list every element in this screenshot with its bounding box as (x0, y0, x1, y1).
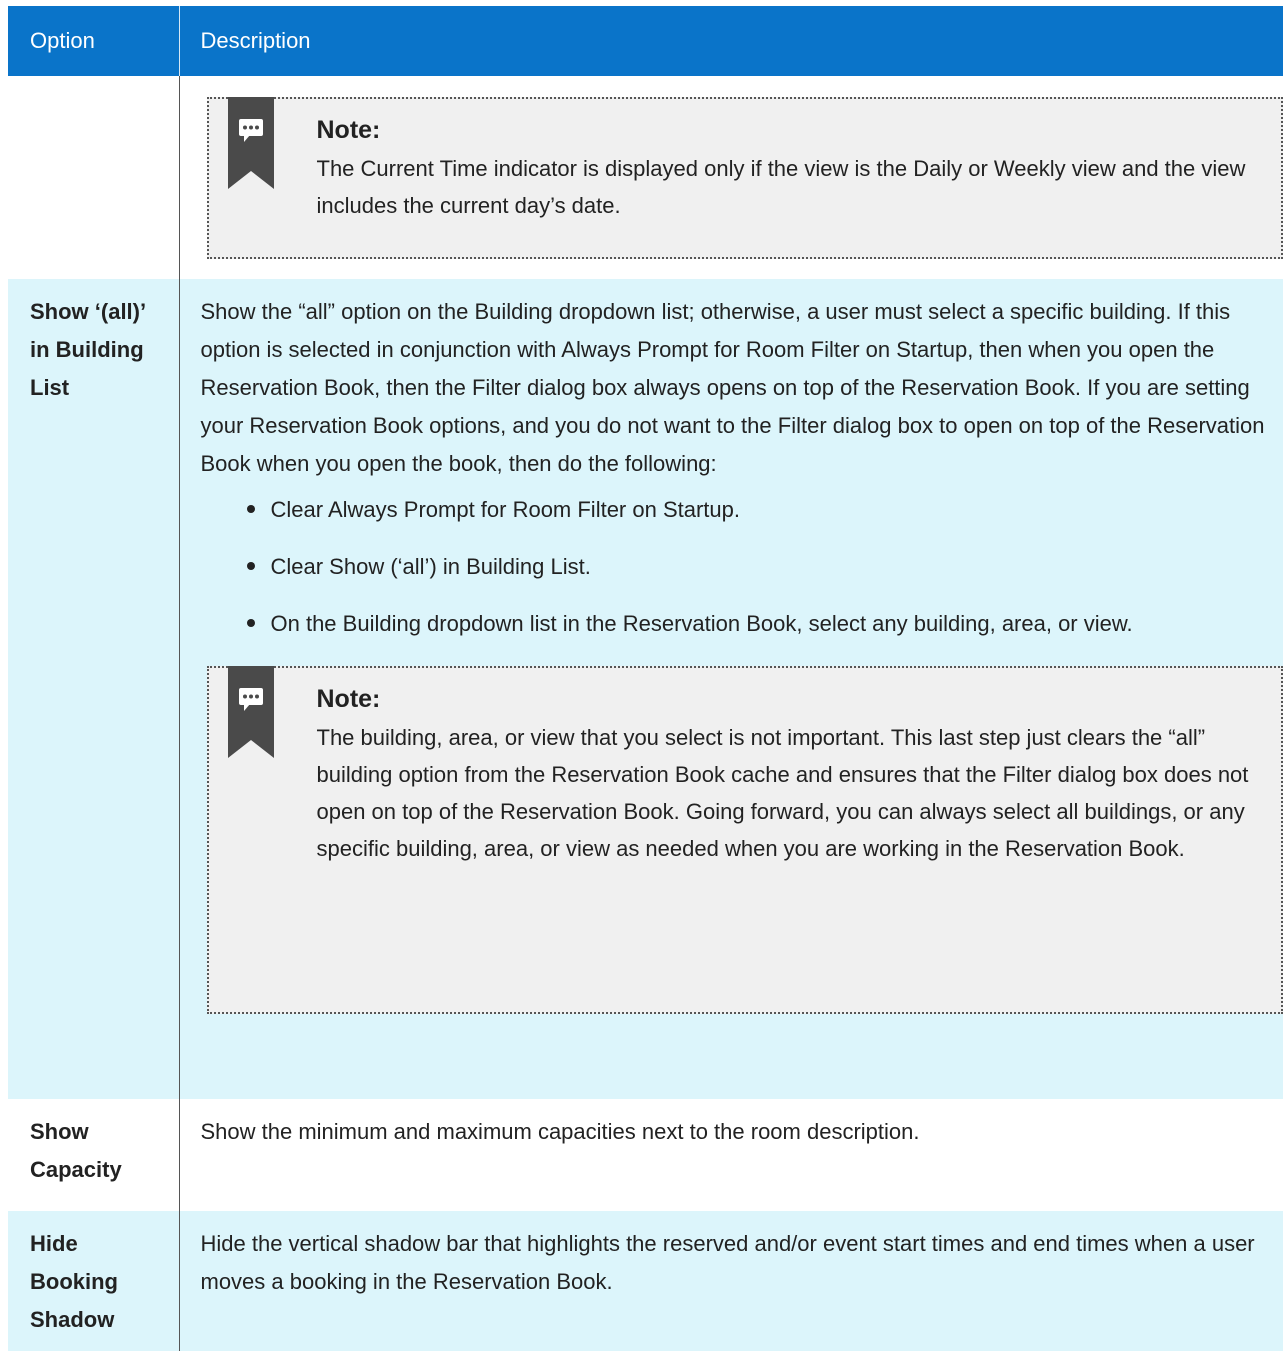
bullet-icon (246, 505, 255, 513)
description-cell: Hide the vertical shadow bar that highli… (178, 1211, 1283, 1351)
list-item: Clear Always Prompt for Room Filter on S… (246, 491, 1266, 528)
table-row: Show Capacity Show the minimum and maxim… (8, 1099, 1283, 1211)
note-title: Note: (316, 116, 381, 144)
steps-list: Clear Always Prompt for Room Filter on S… (201, 491, 1266, 642)
note-box: Note: The building, area, or view that y… (206, 666, 1283, 1014)
table-header: Option Description (8, 6, 1283, 76)
step-text: Clear Always Prompt for Room Filter on S… (270, 497, 741, 522)
description-cell: Show the “all” option on the Building dr… (178, 279, 1283, 1099)
bullet-icon (246, 562, 255, 570)
option-cell: Show Capacity (8, 1099, 179, 1211)
header-option: Option (8, 6, 179, 76)
note-icon (227, 97, 274, 189)
table-row: Hide Booking Shadow Hide the vertical sh… (8, 1211, 1283, 1351)
step-text: Clear Show (‘all’) in Building List. (270, 554, 591, 579)
bullet-icon (246, 619, 255, 627)
table-row: Show ‘(all)’ in Building List Show the “… (8, 279, 1283, 1099)
list-item: Clear Show (‘all’) in Building List. (246, 548, 1266, 585)
description-cell: Show the minimum and maximum capacities … (178, 1099, 1283, 1211)
header-description: Description (178, 6, 1283, 76)
options-table-page: Option Description Note: The Current Tim… (0, 0, 1283, 1354)
option-cell (8, 76, 179, 279)
note-body: The building, area, or view that you sel… (316, 725, 1249, 861)
table-row: Note: The Current Time indicator is disp… (8, 76, 1283, 279)
note-body: The Current Time indicator is displayed … (316, 156, 1246, 218)
option-cell: Hide Booking Shadow (8, 1211, 179, 1351)
note-icon (227, 666, 274, 758)
description-text: Show the “all” option on the Building dr… (200, 299, 1265, 476)
description-cell: Note: The Current Time indicator is disp… (178, 76, 1283, 279)
options-table: Option Description Note: The Current Tim… (8, 6, 1283, 1351)
list-item: On the Building dropdown list in the Res… (246, 605, 1266, 642)
option-cell: Show ‘(all)’ in Building List (8, 279, 179, 1099)
step-text: On the Building dropdown list in the Res… (270, 611, 1133, 636)
note-box: Note: The Current Time indicator is disp… (206, 97, 1283, 259)
note-title: Note: (316, 685, 381, 713)
